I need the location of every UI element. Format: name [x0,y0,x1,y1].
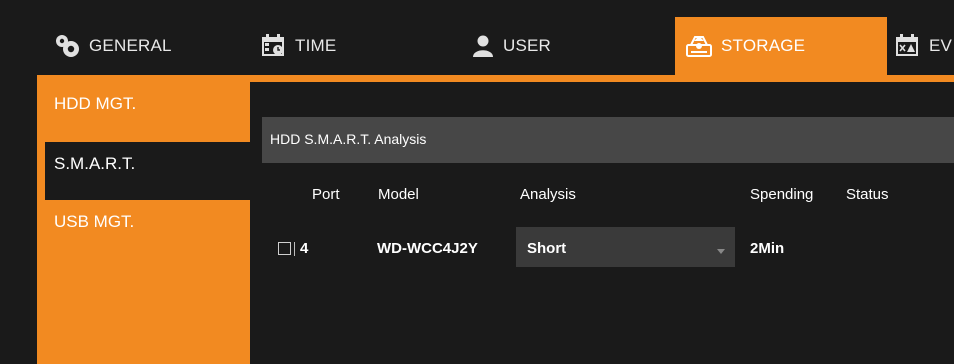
tab-general-label: GENERAL [89,36,172,55]
sidebar-item-label: S.M.A.R.T. [54,154,136,173]
user-icon [471,35,495,57]
row-divider [294,242,295,256]
storage-icon [685,33,713,59]
smart-panel: HDD S.M.A.R.T. Analysis Port Model Analy… [250,82,954,364]
app-window: GENERAL TIME USER STORAGE EV HDD MGT. S.… [0,0,954,364]
analysis-select[interactable]: Short [516,227,735,267]
column-header-status: Status [846,186,889,203]
model-cell: WD-WCC4J2Y [377,240,478,257]
tab-time[interactable]: TIME [261,17,336,75]
tab-user[interactable]: USER [471,17,551,75]
analysis-select-value: Short [527,240,567,257]
sidebar-item-label: HDD MGT. [54,94,137,113]
event-icon [895,34,921,58]
column-header-port: Port [312,186,340,203]
column-header-spending: Spending [750,186,814,203]
nav-underline [37,75,954,82]
tab-event-label: EV [929,36,953,55]
tab-user-label: USER [503,36,552,55]
column-header-model: Model [378,186,419,203]
gear-icon [53,33,81,59]
calendar-clock-icon [261,34,287,58]
tab-event[interactable]: EV [895,17,952,75]
tab-storage[interactable]: STORAGE [675,17,887,75]
tab-storage-label: STORAGE [721,36,806,55]
sidebar-item-hdd-mgt[interactable]: HDD MGT. [37,82,250,140]
sidebar-item-smart[interactable]: S.M.A.R.T. [45,142,250,200]
column-header-analysis: Analysis [520,186,576,203]
panel-header: HDD S.M.A.R.T. Analysis [262,117,954,163]
tab-general[interactable]: GENERAL [53,17,172,75]
row-checkbox[interactable] [278,242,291,255]
top-navigation: GENERAL TIME USER STORAGE EV [37,17,954,75]
sidebar: HDD MGT. S.M.A.R.T. USB MGT. [37,82,250,364]
panel-title: HDD S.M.A.R.T. Analysis [270,131,427,147]
tab-time-label: TIME [295,36,337,55]
sidebar-item-usb-mgt[interactable]: USB MGT. [37,200,250,258]
port-cell: 4 [300,240,309,257]
sidebar-item-label: USB MGT. [54,212,135,231]
spending-cell: 2Min [750,240,785,257]
chevron-down-icon [717,249,725,254]
